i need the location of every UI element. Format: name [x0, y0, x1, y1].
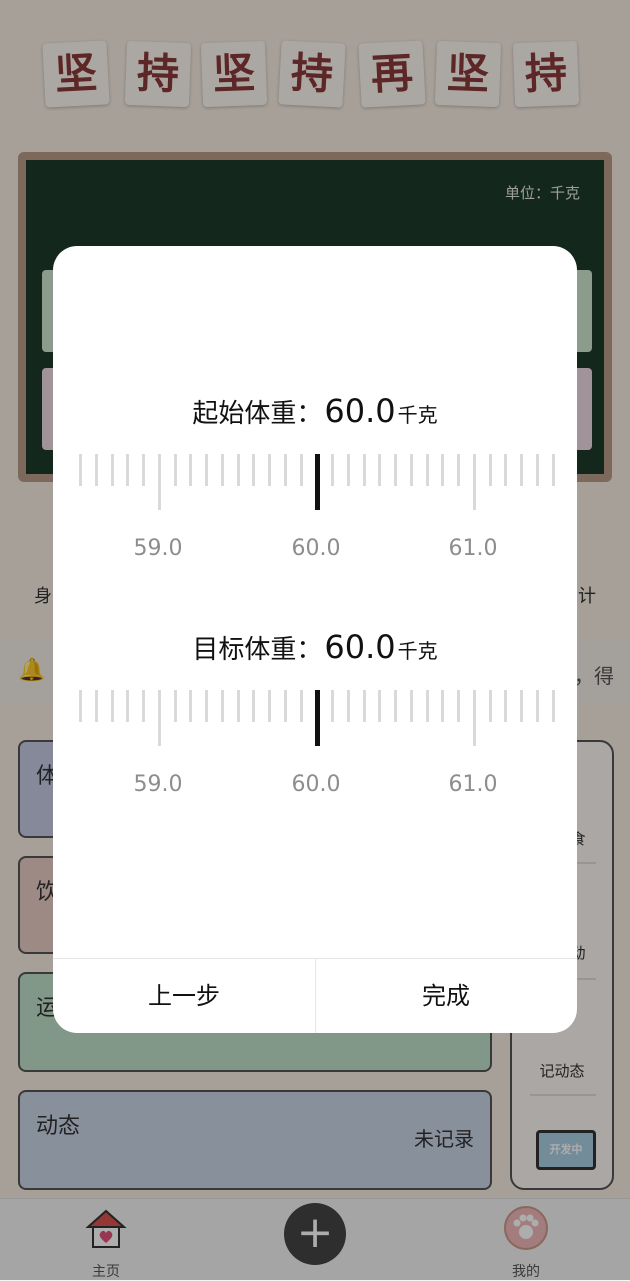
ruler-minor-tick	[504, 690, 508, 722]
ruler-minor-tick	[520, 690, 523, 722]
ruler-minor-tick	[236, 690, 240, 722]
ruler-tick-label: 59.0	[133, 536, 183, 561]
ruler-minor-tick	[331, 690, 334, 722]
ruler-minor-tick	[283, 454, 287, 486]
ruler-minor-tick	[252, 690, 256, 722]
target-weight-label: 目标体重：60.0 千克	[53, 628, 577, 666]
ruler-minor-tick	[488, 690, 492, 722]
ruler-minor-tick	[394, 690, 397, 722]
ruler-center-marker	[315, 454, 321, 510]
ruler-minor-tick	[268, 454, 271, 486]
ruler-minor-tick	[488, 454, 492, 486]
ruler-minor-tick	[378, 690, 382, 722]
ruler-major-tick	[472, 690, 476, 746]
ruler-center-marker	[315, 690, 321, 746]
previous-step-button[interactable]: 上一步	[53, 959, 315, 1033]
ruler-major-tick	[157, 454, 161, 510]
ruler-minor-tick	[268, 690, 271, 722]
ruler-minor-tick	[126, 690, 130, 722]
ruler-minor-tick	[425, 690, 429, 722]
ruler-minor-tick	[142, 690, 145, 722]
ruler-minor-tick	[441, 690, 445, 722]
ruler-minor-tick	[504, 454, 508, 486]
ruler-tick-label: 60.0	[291, 772, 341, 797]
ruler-minor-tick	[283, 690, 287, 722]
ruler-minor-tick	[236, 454, 240, 486]
ruler-minor-tick	[551, 690, 555, 722]
ruler-minor-tick	[331, 454, 334, 486]
ruler-minor-tick	[205, 454, 208, 486]
ruler-minor-tick	[173, 690, 177, 722]
start-weight-ruler[interactable]: 59.0 60.0 61.0	[53, 454, 577, 564]
start-weight-value: 60.0	[324, 392, 396, 430]
ruler-minor-tick	[110, 454, 114, 486]
ruler-minor-tick	[457, 690, 460, 722]
ruler-minor-tick	[362, 454, 366, 486]
ruler-minor-tick	[378, 454, 382, 486]
ruler-minor-tick	[409, 690, 413, 722]
ruler-minor-tick	[252, 454, 256, 486]
start-weight-title: 起始体重：	[192, 399, 323, 429]
start-weight-label: 起始体重：60.0 千克	[53, 392, 577, 430]
ruler-minor-tick	[299, 690, 303, 722]
ruler-tick-label: 60.0	[291, 536, 341, 561]
ruler-major-tick	[157, 690, 161, 746]
ruler-tick-label: 61.0	[448, 536, 498, 561]
ruler-minor-tick	[79, 454, 82, 486]
ruler-minor-tick	[94, 690, 98, 722]
done-button[interactable]: 完成	[315, 959, 577, 1033]
ruler-minor-tick	[535, 690, 539, 722]
ruler-minor-tick	[79, 690, 82, 722]
ruler-minor-tick	[362, 690, 366, 722]
weight-setup-dialog: 起始体重：60.0 千克 59.0 60.0 61.0 目标体重：60.0 千克 5…	[53, 246, 577, 1033]
ruler-minor-tick	[346, 454, 350, 486]
ruler-minor-tick	[346, 690, 350, 722]
ruler-tick-label: 59.0	[133, 772, 183, 797]
start-weight-unit: 千克	[397, 403, 438, 427]
ruler-minor-tick	[425, 454, 429, 486]
ruler-minor-tick	[189, 690, 193, 722]
target-weight-title: 目标体重：	[192, 635, 323, 665]
ruler-minor-tick	[173, 454, 177, 486]
ruler-tick-label: 61.0	[448, 772, 498, 797]
ruler-minor-tick	[535, 454, 539, 486]
ruler-minor-tick	[220, 690, 224, 722]
ruler-minor-tick	[110, 690, 114, 722]
target-weight-ruler[interactable]: 59.0 60.0 61.0	[53, 690, 577, 800]
ruler-major-tick	[472, 454, 476, 510]
ruler-minor-tick	[457, 454, 460, 486]
dialog-footer: 上一步 完成	[53, 958, 577, 1033]
ruler-minor-tick	[409, 454, 413, 486]
target-weight-value: 60.0	[324, 628, 396, 666]
ruler-minor-tick	[441, 454, 445, 486]
ruler-minor-tick	[299, 454, 303, 486]
ruler-minor-tick	[189, 454, 193, 486]
ruler-minor-tick	[142, 454, 145, 486]
ruler-minor-tick	[94, 454, 98, 486]
target-weight-unit: 千克	[397, 639, 438, 663]
ruler-minor-tick	[205, 690, 208, 722]
ruler-minor-tick	[394, 454, 397, 486]
ruler-minor-tick	[220, 454, 224, 486]
ruler-minor-tick	[126, 454, 130, 486]
ruler-minor-tick	[520, 454, 523, 486]
ruler-minor-tick	[551, 454, 555, 486]
